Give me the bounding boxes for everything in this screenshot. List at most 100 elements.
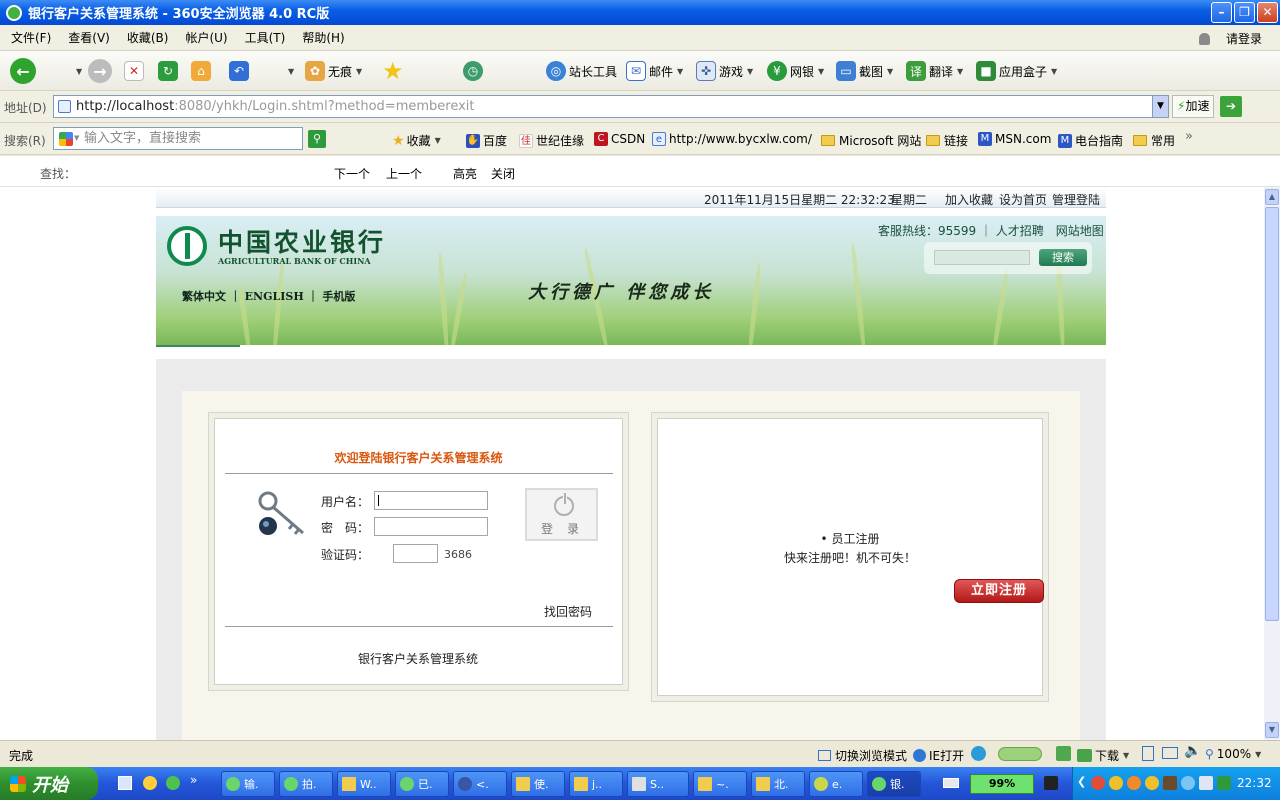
fav-common[interactable]: 常用	[1133, 132, 1175, 149]
tray-display-icon[interactable]	[1199, 776, 1213, 790]
find-next-button[interactable]: 下一个	[334, 165, 370, 182]
menu-account[interactable]: 帐户(U)	[185, 29, 227, 46]
password-input[interactable]	[374, 517, 488, 536]
menu-help[interactable]: 帮助(H)	[302, 29, 344, 46]
monitor-icon[interactable]	[1162, 747, 1178, 759]
back-button[interactable]: ← ▼	[10, 57, 82, 85]
captcha-code[interactable]: 3686	[444, 548, 472, 561]
window-title-bar[interactable]: 银行客户关系管理系统 - 360安全浏览器 4.0 RC版 – ❐ ✕	[0, 0, 1280, 25]
task-8[interactable]: S..	[627, 771, 689, 797]
tray-expand-icon[interactable]: ❮	[1077, 775, 1086, 788]
speaker-icon[interactable]: 🔈	[1184, 743, 1201, 759]
quicklaunch-app-icon[interactable]	[143, 776, 157, 790]
find-prev-button[interactable]: 上一个	[386, 165, 422, 182]
quicklaunch-browser-icon[interactable]	[166, 776, 180, 790]
address-input[interactable]: http://localhost:8080/yhkh/Login.shtml?m…	[53, 95, 1169, 118]
feature-icon[interactable]	[1056, 746, 1071, 761]
scroll-down-icon[interactable]: ▼	[1265, 722, 1279, 738]
forgot-password-link[interactable]: 找回密码	[544, 603, 592, 620]
tray-qq-icon[interactable]	[1109, 776, 1123, 790]
task-1[interactable]: 输.	[221, 771, 275, 797]
close-icon[interactable]: ✕	[1257, 2, 1278, 23]
task-3[interactable]: W..	[337, 771, 391, 797]
menu-view[interactable]: 查看(V)	[68, 29, 110, 46]
games-button[interactable]: ✜ 游戏 ▼	[696, 57, 753, 85]
quicklaunch-overflow-icon[interactable]: »	[190, 773, 197, 787]
plug-icon[interactable]	[1044, 776, 1058, 790]
abc-logo-icon[interactable]	[167, 226, 207, 266]
start-button[interactable]: 开始	[0, 767, 98, 800]
hotline-links[interactable]: 客服热线：95599 ｜ 人才招聘 网站地图	[878, 222, 1104, 239]
netbank-button[interactable]: ¥ 网银 ▼	[767, 57, 824, 85]
download-button[interactable]: 下载 ▼	[1077, 747, 1129, 764]
captcha-input[interactable]	[393, 544, 438, 563]
go-button[interactable]: ➔	[1220, 96, 1242, 117]
scroll-thumb[interactable]	[1265, 207, 1279, 621]
info-icon[interactable]	[971, 746, 986, 761]
undo-dropdown-icon[interactable]: ▼	[288, 67, 294, 76]
register-now-button[interactable]: 立即注册	[954, 579, 1044, 603]
tray-chat-icon[interactable]	[1145, 776, 1159, 790]
minimize-icon[interactable]: –	[1211, 2, 1232, 23]
favorites-overflow-icon[interactable]: »	[1185, 129, 1193, 144]
home-button[interactable]: ⌂	[191, 57, 214, 85]
find-close-button[interactable]: 关闭	[491, 165, 515, 182]
fav-csdn[interactable]: C CSDN	[594, 132, 645, 146]
stop-button[interactable]: ✕	[124, 57, 147, 85]
restore-icon[interactable]: ❐	[1234, 2, 1255, 23]
language-links[interactable]: 繁体中文 ｜ ENGLISH ｜ 手机版	[182, 288, 355, 304]
tray-messenger-icon[interactable]	[1127, 776, 1141, 790]
vertical-scrollbar[interactable]: ▲ ▼	[1264, 187, 1280, 740]
back-dropdown-icon[interactable]: ▼	[76, 67, 82, 76]
add-favorite-link[interactable]: 加入收藏	[945, 191, 993, 208]
task-11[interactable]: e.	[809, 771, 863, 797]
appbox-dropdown-icon[interactable]: ▼	[1051, 67, 1057, 76]
fav-radio[interactable]: M 电台指南	[1058, 132, 1123, 149]
incognito-button[interactable]: ✿ 无痕 ▼	[305, 57, 362, 85]
battery-indicator[interactable]: 99%	[970, 774, 1034, 794]
fav-msn[interactable]: M MSN.com	[978, 132, 1051, 146]
refresh-button[interactable]: ↻	[158, 57, 181, 85]
set-homepage-link[interactable]: 设为首页	[999, 191, 1047, 208]
show-desktop-icon[interactable]	[118, 776, 132, 790]
task-6[interactable]: 使.	[511, 771, 565, 797]
tray-shield-icon[interactable]	[1217, 776, 1231, 790]
fav-microsoft[interactable]: Microsoft 网站	[821, 132, 921, 149]
search-input[interactable]: ▼ 输入文字，直接搜索	[53, 127, 303, 150]
fav-links[interactable]: 链接	[926, 132, 968, 149]
webmaster-tools-button[interactable]: ◎ 站长工具	[546, 57, 617, 85]
find-highlight-button[interactable]: 高亮	[453, 165, 477, 182]
favorites-menu[interactable]: ★ 收藏 ▼	[392, 132, 441, 149]
task-4[interactable]: 已.	[395, 771, 449, 797]
username-input[interactable]	[374, 491, 488, 510]
switch-mode-button[interactable]: 切换浏览模式	[818, 747, 907, 764]
menu-file[interactable]: 文件(F)	[11, 29, 51, 46]
history-button[interactable]: ◷	[463, 57, 486, 85]
address-dropdown-icon[interactable]: ▼	[1152, 96, 1168, 117]
login-button[interactable]: 登录	[525, 488, 598, 541]
menu-favorites[interactable]: 收藏(B)	[127, 29, 169, 46]
ie-open-button[interactable]: IE打开	[913, 747, 964, 764]
task-10[interactable]: 北.	[751, 771, 805, 797]
screenshot-button[interactable]: ▭ 截图 ▼	[836, 57, 893, 85]
games-dropdown-icon[interactable]: ▼	[747, 67, 753, 76]
keyboard-icon[interactable]	[943, 778, 959, 788]
mail-dropdown-icon[interactable]: ▼	[677, 67, 683, 76]
menu-tools[interactable]: 工具(T)	[245, 29, 286, 46]
login-link[interactable]: 请登录	[1188, 30, 1268, 47]
page-icon[interactable]	[1142, 746, 1154, 761]
search-go-icon[interactable]: ⚲	[308, 130, 326, 148]
forward-button[interactable]: →	[88, 57, 112, 85]
incognito-dropdown-icon[interactable]: ▼	[356, 67, 362, 76]
favorite-star-button[interactable]: ★	[382, 57, 404, 85]
task-9[interactable]: ~.	[693, 771, 747, 797]
site-search-input[interactable]	[934, 250, 1030, 265]
admin-login-link[interactable]: 管理登陆	[1052, 191, 1100, 208]
zoom-control[interactable]: ⚲ 100% ▼	[1205, 747, 1261, 761]
task-7[interactable]: j..	[569, 771, 623, 797]
search-engine-dropdown-icon[interactable]: ▼	[74, 128, 79, 149]
scroll-up-icon[interactable]: ▲	[1265, 189, 1279, 205]
tray-avatar-icon[interactable]	[1163, 776, 1177, 790]
netbank-dropdown-icon[interactable]: ▼	[818, 67, 824, 76]
task-12-active[interactable]: 银.	[867, 771, 921, 797]
